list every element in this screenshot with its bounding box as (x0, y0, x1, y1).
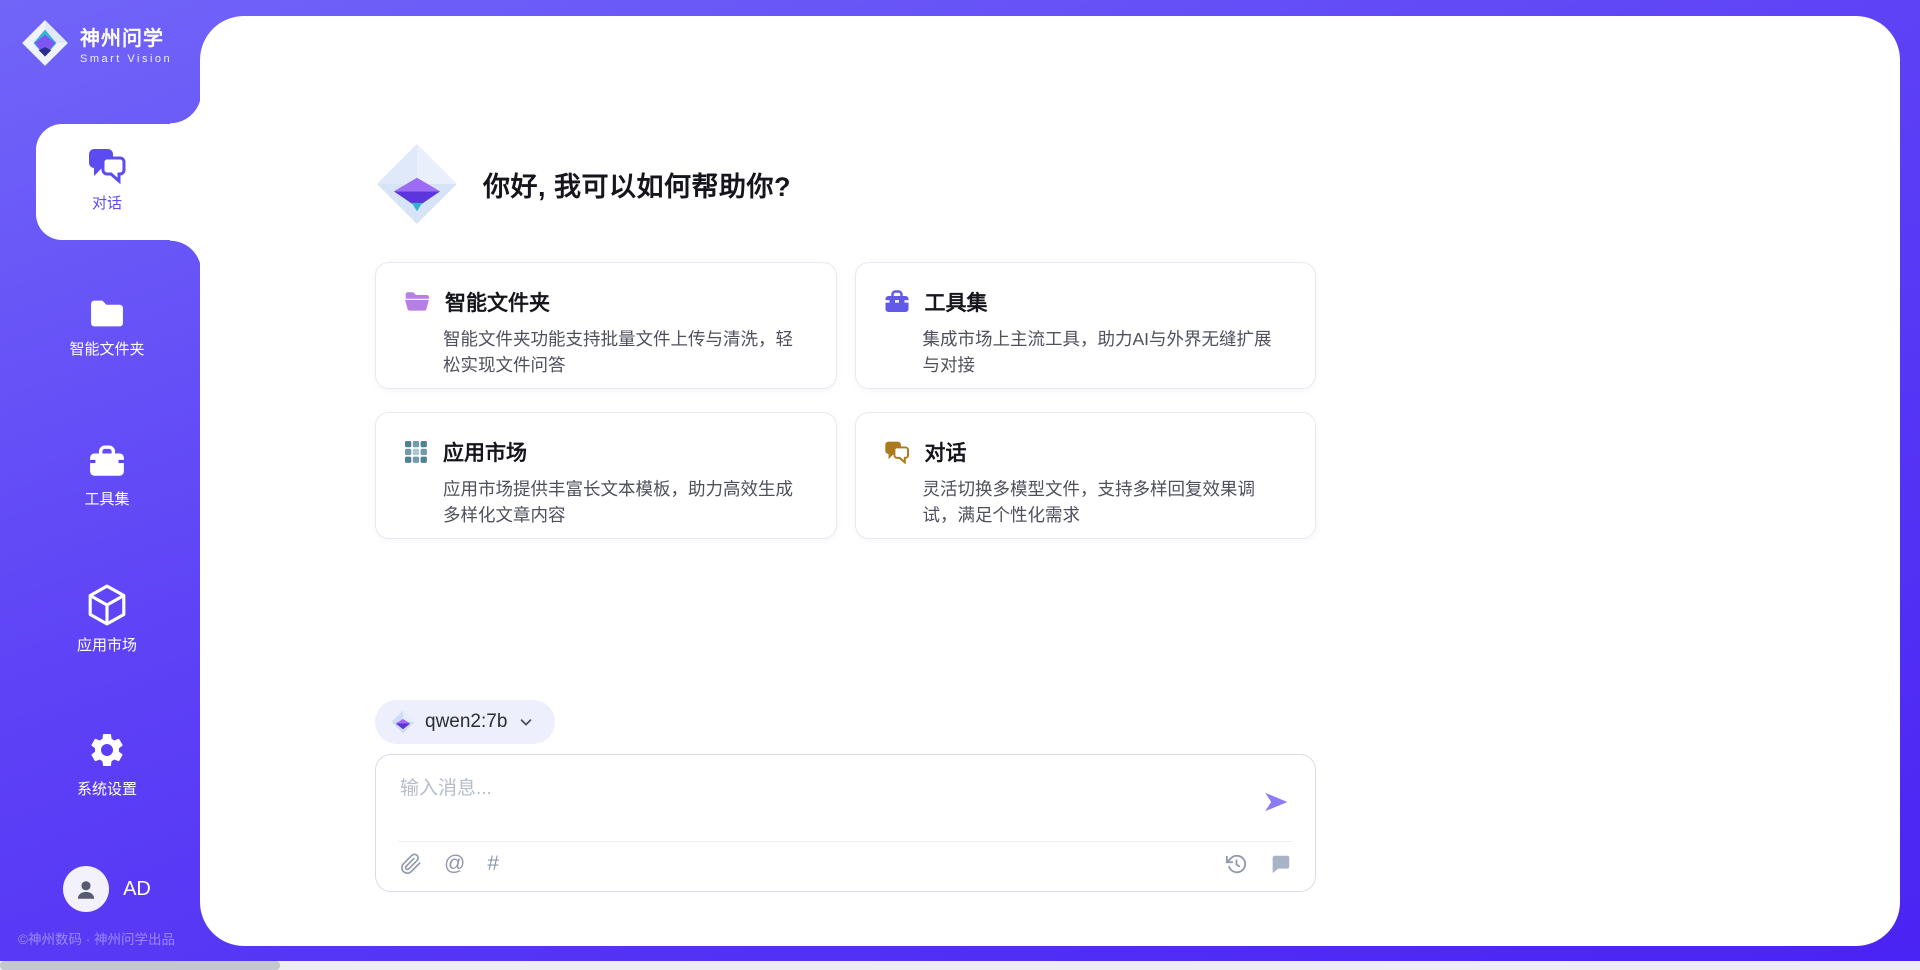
sidebar-item-smart-folder[interactable]: 智能文件夹 (0, 296, 214, 359)
assistant-diamond-icon (375, 142, 459, 226)
cube-icon (0, 584, 214, 626)
chat-icon (0, 146, 214, 184)
sidebar-item-label: 对话 (0, 192, 214, 213)
horizontal-scrollbar[interactable] (0, 961, 1920, 970)
mention-icon[interactable]: @ (444, 853, 465, 875)
folder-icon (0, 296, 214, 330)
attachment-icon[interactable] (400, 853, 422, 875)
grid-icon (404, 440, 428, 464)
tab-fillet-bottom (170, 240, 202, 272)
toolbox-icon (0, 444, 214, 480)
model-selector[interactable]: qwen2:7b (375, 700, 555, 744)
greeting: 你好, 我可以如何帮助你? (375, 142, 791, 226)
message-composer: @ # (375, 754, 1316, 892)
sidebar: 神州问学 Smart Vision 对话 智能文件夹 (0, 0, 214, 970)
avatar (63, 866, 109, 912)
card-smart-folder[interactable]: 智能文件夹 智能文件夹功能支持批量文件上传与清洗，轻松实现文件问答 (375, 262, 837, 389)
card-title: 对话 (925, 437, 967, 467)
composer-divider (398, 841, 1293, 842)
feature-cards: 智能文件夹 智能文件夹功能支持批量文件上传与清洗，轻松实现文件问答 工具集 集成… (375, 262, 1316, 539)
brand-name: 神州问学 (80, 22, 172, 51)
hashtag-icon[interactable]: # (487, 853, 499, 875)
history-icon[interactable] (1225, 853, 1247, 875)
sidebar-item-app-market[interactable]: 应用市场 (0, 584, 214, 655)
sidebar-item-label: 应用市场 (0, 634, 214, 655)
model-diamond-icon (391, 710, 415, 734)
user-initials: AD (123, 878, 151, 901)
sidebar-footer: ©神州数码 · 神州问学出品 (18, 928, 175, 948)
chat-icon (884, 440, 910, 464)
card-description: 集成市场上主流工具，助力AI与外界无缝扩展与对接 (923, 326, 1288, 379)
chevron-down-icon (517, 713, 535, 731)
toolbox-icon (884, 290, 910, 314)
model-name: qwen2:7b (425, 711, 507, 733)
card-title: 应用市场 (443, 437, 527, 467)
sidebar-item-chat[interactable]: 对话 (0, 146, 214, 213)
card-description: 智能文件夹功能支持批量文件上传与清洗，轻松实现文件问答 (443, 326, 808, 379)
brand-diamond-icon (20, 18, 70, 68)
sidebar-item-label: 工具集 (0, 488, 214, 509)
brand-subtitle: Smart Vision (80, 53, 172, 65)
send-icon[interactable] (1263, 789, 1289, 815)
composer-toolbar: @ # (400, 853, 1291, 875)
card-title: 工具集 (925, 287, 988, 317)
card-chat[interactable]: 对话 灵活切换多模型文件，支持多样回复效果调试，满足个性化需求 (855, 412, 1317, 539)
sidebar-item-settings[interactable]: 系统设置 (0, 730, 214, 799)
brand-logo: 神州问学 Smart Vision (20, 18, 172, 68)
card-app-market[interactable]: 应用市场 应用市场提供丰富长文本模板，助力高效生成多样化文章内容 (375, 412, 837, 539)
card-description: 灵活切换多模型文件，支持多样回复效果调试，满足个性化需求 (923, 476, 1288, 529)
folder-open-icon (404, 290, 430, 314)
sidebar-item-toolset[interactable]: 工具集 (0, 444, 214, 509)
card-description: 应用市场提供丰富长文本模板，助力高效生成多样化文章内容 (443, 476, 808, 529)
tab-fillet-top (170, 92, 202, 124)
sidebar-item-label: 智能文件夹 (0, 338, 214, 359)
greeting-title: 你好, 我可以如何帮助你? (483, 165, 791, 204)
sidebar-item-label: 系统设置 (0, 778, 214, 799)
card-toolset[interactable]: 工具集 集成市场上主流工具，助力AI与外界无缝扩展与对接 (855, 262, 1317, 389)
gear-icon (0, 730, 214, 770)
chat-bubble-icon[interactable] (1269, 853, 1291, 875)
scrollbar-thumb[interactable] (0, 961, 280, 970)
user-account[interactable]: AD (0, 866, 214, 912)
message-input[interactable] (400, 773, 1240, 831)
card-title: 智能文件夹 (445, 287, 550, 317)
